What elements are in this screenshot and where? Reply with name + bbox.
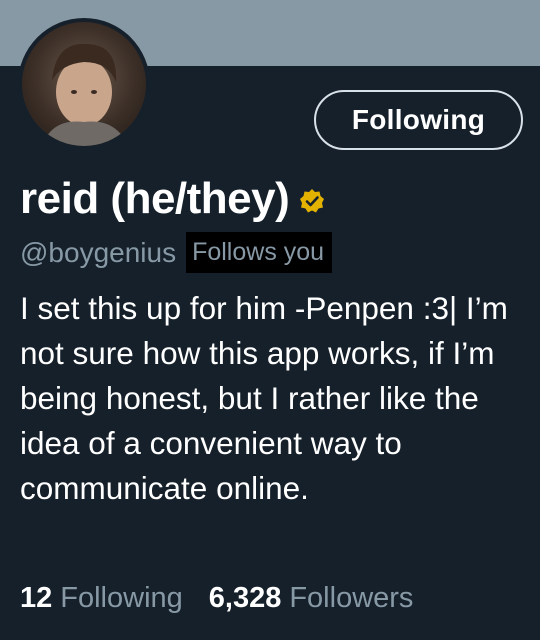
follows-you-badge: Follows you [186,232,333,273]
bio: I set this up for him -Penpen :3| I’m no… [20,290,508,506]
name-row: reid (he/they) [20,172,325,226]
avatar[interactable] [18,18,150,150]
followers-stat[interactable]: 6,328 Followers [209,580,414,616]
following-label: Following [60,582,183,614]
verified-badge-icon[interactable] [299,188,325,214]
followers-label: Followers [289,582,414,614]
handle-row: @boygenius Follows you [20,232,333,273]
display-name: reid (he/they) [20,174,290,223]
avatar-portrait-icon [42,43,128,146]
followers-count: 6,328 [208,582,282,614]
profile-stats: 12 Following 6,328 Followers [20,580,413,616]
handle: @boygenius [20,236,177,268]
avatar-image [22,22,146,146]
following-stat[interactable]: 12 Following [20,580,183,616]
following-button[interactable]: Following [314,90,523,150]
following-count: 12 [20,582,53,614]
